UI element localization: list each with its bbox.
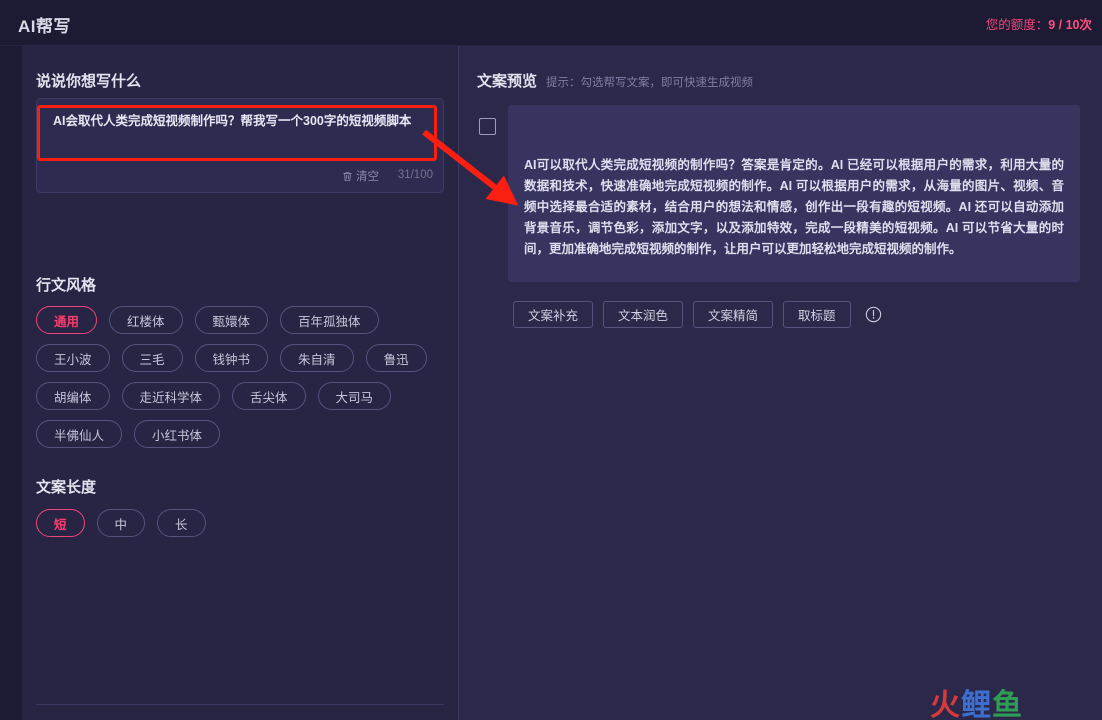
style-tag-6[interactable]: 钱钟书 — [194, 344, 269, 372]
preview-select-checkbox[interactable] — [479, 118, 496, 135]
preview-action-3[interactable]: 取标题 — [783, 301, 851, 328]
preview-text: AI可以取代人类完成短视频的制作吗？答案是肯定的。AI 已经可以根据用户的需求，… — [524, 158, 1064, 256]
preview-action-2[interactable]: 文案精简 — [693, 301, 774, 328]
ai-writing-page: AI帮写 您的额度：9 / 10次 说说你想写什么 AI会取代人类完成短视频制作… — [0, 0, 1102, 720]
footer-divider — [36, 704, 444, 705]
page-title: AI帮写 — [18, 17, 71, 36]
preview-hint: 提示：勾选帮写文案，即可快速生成视频 — [546, 77, 754, 89]
length-tag-0[interactable]: 短 — [36, 509, 85, 537]
style-tag-8[interactable]: 鲁迅 — [365, 344, 427, 372]
style-tag-1[interactable]: 红楼体 — [109, 306, 183, 334]
preview-card: AI可以取代人类完成短视频的制作吗？答案是肯定的。AI 已经可以根据用户的需求，… — [508, 105, 1080, 282]
prompt-input[interactable]: AI会取代人类完成短视频制作吗？帮我写一个300字的短视频脚本 清空 31/10… — [36, 98, 444, 193]
prompt-section-title: 说说你想写什么 — [36, 73, 142, 90]
quota-label: 您的额度： — [985, 18, 1049, 32]
style-tag-14[interactable]: 小红书体 — [134, 420, 221, 448]
preview-title: 文案预览 — [477, 73, 538, 90]
trash-icon — [343, 171, 352, 181]
length-section-title: 文案长度 — [36, 479, 97, 496]
style-section-title: 行文风格 — [36, 277, 97, 294]
quota-status: 您的额度：9 / 10次 — [986, 14, 1092, 33]
style-tag-4[interactable]: 王小波 — [36, 344, 110, 372]
prompt-input-footer: 清空 31/100 — [37, 166, 445, 186]
watermark-char-3: 鱼 — [992, 688, 1023, 720]
style-tag-5[interactable]: 三毛 — [121, 344, 183, 372]
length-tag-2[interactable]: 长 — [157, 509, 206, 537]
watermark-char-1: 火 — [930, 688, 961, 720]
style-tag-10[interactable]: 走近科学体 — [121, 382, 221, 410]
preview-action-0[interactable]: 文案补充 — [513, 301, 594, 328]
style-tag-12[interactable]: 大司马 — [317, 382, 392, 410]
style-tag-9[interactable]: 胡编体 — [36, 382, 110, 410]
style-tag-3[interactable]: 百年孤独体 — [280, 306, 379, 334]
style-tag-0[interactable]: 通用 — [36, 306, 98, 334]
prompt-input-value[interactable]: AI会取代人类完成短视频制作吗？帮我写一个300字的短视频脚本 — [53, 111, 438, 131]
watermark-logo: 火鲤鱼 — [930, 680, 1023, 720]
info-icon[interactable] — [865, 306, 882, 323]
watermark-char-2: 鲤 — [961, 688, 992, 720]
preview-action-bar: 文案补充 文本润色 文案精简 取标题 — [513, 301, 882, 328]
preview-action-1[interactable]: 文本润色 — [603, 301, 684, 328]
style-tag-11[interactable]: 舌尖体 — [232, 382, 306, 410]
prompt-panel: 说说你想写什么 AI会取代人类完成短视频制作吗？帮我写一个300字的短视频脚本 … — [22, 46, 458, 720]
style-tag-7[interactable]: 朱自清 — [280, 344, 354, 372]
clear-button-label: 清空 — [356, 171, 379, 183]
style-tag-group: 通用 红楼体 甄嬛体 百年孤独体王小波 三毛 钱钟书 朱自清 鲁迅胡编体 走近科学体 舌尖体 大司马… — [36, 306, 448, 448]
clear-button[interactable]: 清空 — [342, 168, 379, 184]
length-tag-1[interactable]: 中 — [96, 509, 146, 537]
length-tag-group: 短中长 — [36, 509, 448, 537]
preview-header: 文案预览 提示：勾选帮写文案，即可快速生成视频 — [477, 70, 753, 91]
page-header: AI帮写 您的额度：9 / 10次 — [0, 0, 1102, 46]
style-tag-2[interactable]: 甄嬛体 — [194, 306, 269, 334]
quota-value: 9 / 10次 — [1048, 18, 1092, 32]
style-tag-13[interactable]: 半佛仙人 — [36, 420, 123, 448]
char-counter: 31/100 — [397, 169, 433, 181]
